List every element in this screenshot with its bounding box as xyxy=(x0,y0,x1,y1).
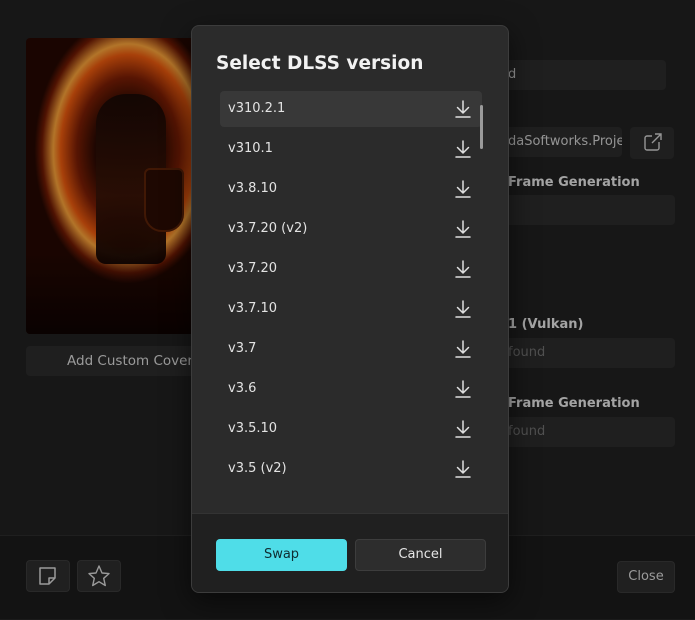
version-label: v3.5.10 xyxy=(228,421,278,436)
version-label: v3.7.10 xyxy=(228,301,278,316)
download-icon[interactable] xyxy=(453,379,473,399)
download-icon[interactable] xyxy=(453,179,473,199)
version-label: v310.1 xyxy=(228,141,273,156)
download-icon[interactable] xyxy=(453,139,473,159)
version-item[interactable]: v3.7.20 (v2) xyxy=(220,211,482,247)
version-item[interactable]: v3.7 xyxy=(220,331,482,367)
download-icon[interactable] xyxy=(453,459,473,479)
list-scrollbar[interactable] xyxy=(480,105,483,149)
download-icon[interactable] xyxy=(453,339,473,359)
download-icon[interactable] xyxy=(453,219,473,239)
version-label: v3.6 xyxy=(228,381,257,396)
version-label: v3.5 (v2) xyxy=(228,461,287,476)
version-label: v3.8.10 xyxy=(228,181,278,196)
version-item[interactable]: v310.2.1 xyxy=(220,91,482,127)
download-icon[interactable] xyxy=(453,299,473,319)
version-item[interactable]: v3.7.20 xyxy=(220,251,482,287)
version-item[interactable]: v3.7.10 xyxy=(220,291,482,327)
select-dlss-dialog: Select DLSS version v310.2.1 v310.1 v3.8… xyxy=(191,25,509,593)
version-label: v3.7.20 xyxy=(228,261,278,276)
dialog-title: Select DLSS version xyxy=(216,53,424,74)
download-icon[interactable] xyxy=(453,259,473,279)
download-icon[interactable] xyxy=(453,419,473,439)
version-item[interactable]: v3.6 xyxy=(220,371,482,407)
cancel-button[interactable]: Cancel xyxy=(355,539,486,571)
version-item[interactable]: v3.5.10 xyxy=(220,411,482,447)
version-item[interactable]: v3.5 (v2) xyxy=(220,451,482,487)
swap-button[interactable]: Swap xyxy=(216,539,347,571)
version-label: v310.2.1 xyxy=(228,101,286,116)
version-item[interactable]: v3.8.10 xyxy=(220,171,482,207)
version-item[interactable]: v310.1 xyxy=(220,131,482,167)
download-icon[interactable] xyxy=(453,99,473,119)
version-label: v3.7 xyxy=(228,341,257,356)
version-list[interactable]: v310.2.1 v310.1 v3.8.10 v3.7.20 (v2) v3.… xyxy=(220,91,482,491)
version-label: v3.7.20 (v2) xyxy=(228,221,308,236)
dialog-footer: Swap Cancel xyxy=(192,513,508,592)
